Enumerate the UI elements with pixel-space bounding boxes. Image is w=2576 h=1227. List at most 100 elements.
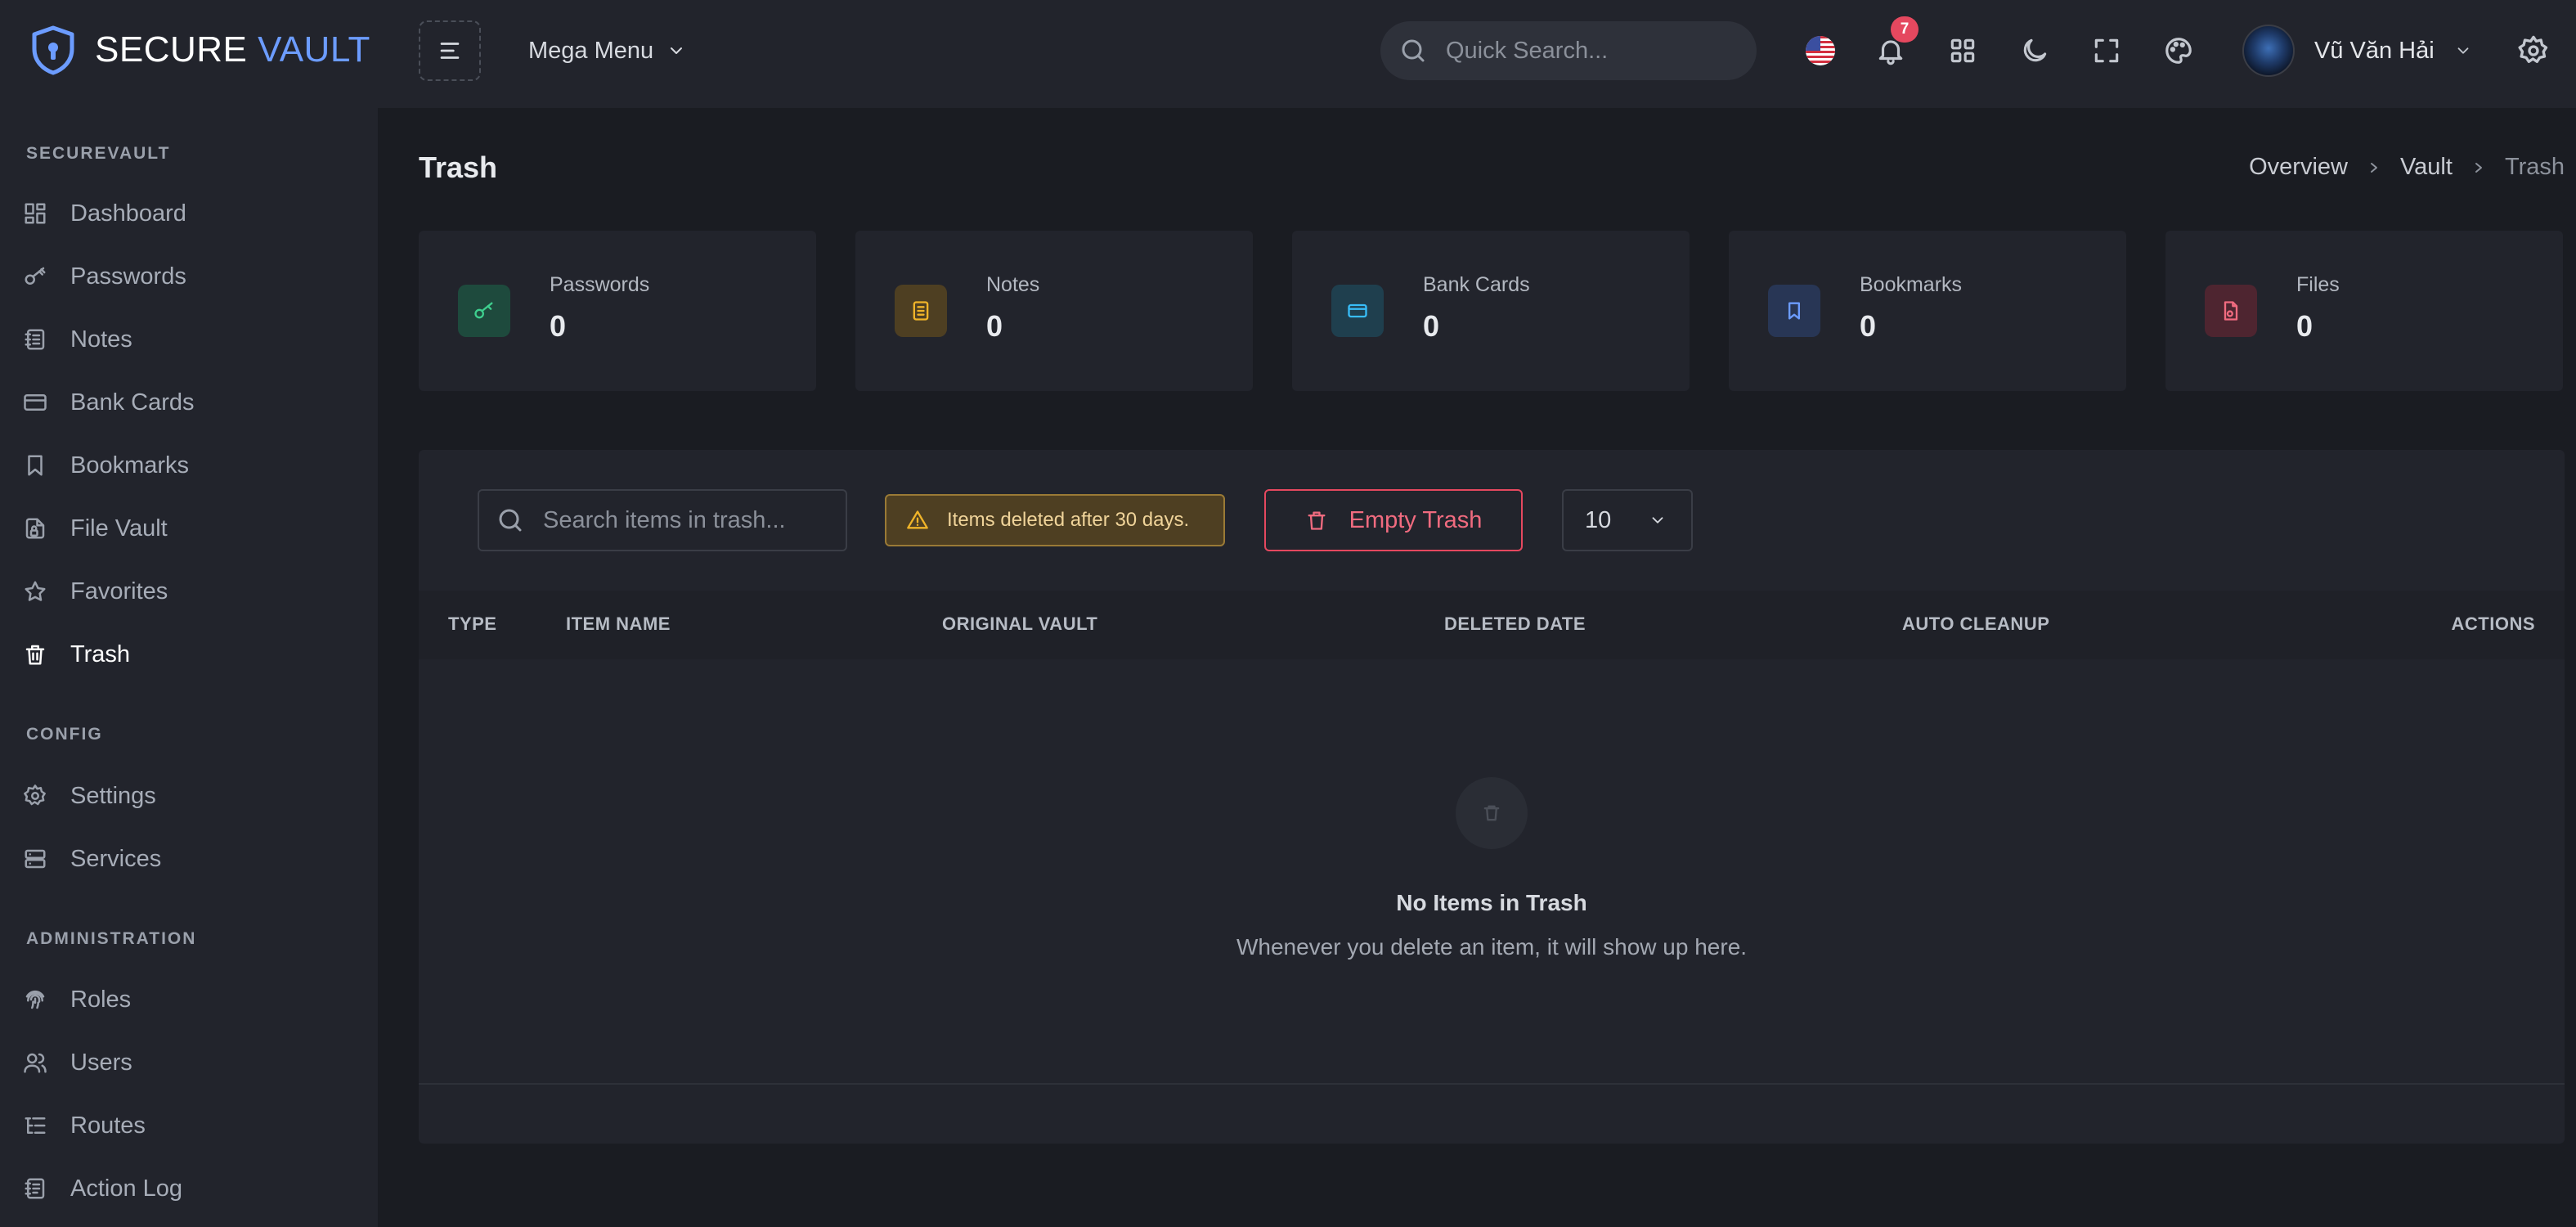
trash-icon bbox=[25, 645, 45, 665]
sidebar-item-settings[interactable]: Settings bbox=[23, 773, 358, 819]
stat-value: 0 bbox=[550, 309, 567, 343]
sidebar-item-favorites[interactable]: Favorites bbox=[23, 569, 358, 614]
sidebar-item-label: Services bbox=[70, 845, 162, 872]
sidebar-item-roles[interactable]: Roles bbox=[23, 977, 358, 1022]
fullscreen-icon bbox=[2094, 38, 2119, 63]
fingerprint-icon bbox=[25, 990, 45, 1009]
sidebar-item-action-log[interactable]: Action Log bbox=[23, 1166, 358, 1211]
sidebar-item-label: File Vault bbox=[70, 515, 168, 542]
sidebar-item-label: Favorites bbox=[70, 578, 168, 605]
theme-button[interactable] bbox=[2161, 33, 2197, 69]
sidebar-item-users[interactable]: Users bbox=[23, 1040, 358, 1085]
breadcrumb-vault[interactable]: Vault bbox=[2400, 154, 2453, 181]
stat-label: Bank Cards bbox=[1423, 273, 1530, 296]
stat-card-bookmarks: Bookmarks 0 bbox=[1729, 231, 2126, 391]
key-icon bbox=[25, 267, 46, 285]
mega-menu-dropdown[interactable]: Mega Menu bbox=[528, 33, 686, 69]
sidebar-item-routes[interactable]: Routes bbox=[23, 1103, 358, 1148]
chevron-down-icon bbox=[1652, 517, 1663, 524]
per-page-select[interactable]: 10 bbox=[1562, 489, 1693, 551]
search-icon bbox=[499, 509, 522, 532]
dashboard-icon bbox=[25, 203, 46, 224]
nav-section-securevault: SECUREVAULT bbox=[26, 144, 171, 163]
stat-label: Passwords bbox=[550, 273, 650, 296]
quick-search bbox=[1380, 21, 1757, 80]
sidebar-item-label: Users bbox=[70, 1049, 132, 1076]
sidebar-item-services[interactable]: Services bbox=[23, 836, 358, 882]
palette-icon bbox=[2165, 38, 2192, 64]
users-icon bbox=[24, 1053, 47, 1073]
star-icon bbox=[25, 581, 46, 601]
table-footer-divider bbox=[419, 1083, 2565, 1085]
sidebar-item-label: Roles bbox=[70, 986, 132, 1013]
empty-state-trash-icon bbox=[1456, 777, 1528, 849]
sidebar-item-notes[interactable]: Notes bbox=[23, 317, 358, 362]
gear-icon bbox=[2518, 35, 2548, 64]
dark-mode-button[interactable] bbox=[2017, 33, 2053, 69]
sidebar-item-label: Action Log bbox=[70, 1175, 183, 1202]
bookmark-icon bbox=[28, 455, 43, 476]
breadcrumb-overview[interactable]: Overview bbox=[2249, 154, 2348, 181]
notification-badge: 7 bbox=[1891, 16, 1919, 43]
sidebar-item-label: Bookmarks bbox=[70, 452, 190, 479]
stat-card-bank-cards: Bank Cards 0 bbox=[1292, 231, 1690, 391]
empty-trash-button[interactable]: Empty Trash bbox=[1264, 489, 1523, 551]
stat-label: Files bbox=[2296, 273, 2340, 296]
sidebar-item-bank-cards[interactable]: Bank Cards bbox=[23, 380, 358, 425]
grid-icon bbox=[1950, 38, 1975, 63]
sidebar-item-file-vault[interactable]: File Vault bbox=[23, 506, 358, 551]
breadcrumb-trash: Trash bbox=[2504, 154, 2565, 180]
language-flag-button[interactable] bbox=[1802, 33, 1838, 69]
brand-logo[interactable]: SECURE VAULT bbox=[29, 25, 370, 75]
page-title: Trash bbox=[419, 151, 498, 184]
sidebar-item-dashboard[interactable]: Dashboard bbox=[23, 191, 358, 236]
column-deleted-date[interactable]: DELETED DATE bbox=[1444, 614, 1586, 635]
stat-card-passwords: Passwords 0 bbox=[419, 231, 816, 391]
warning-icon bbox=[907, 510, 928, 529]
empty-state-title: No Items in Trash bbox=[1396, 890, 1587, 915]
user-menu[interactable]: Vũ Văn Hải bbox=[2242, 25, 2472, 77]
stat-value: 0 bbox=[2296, 309, 2313, 343]
empty-state-subtitle: Whenever you delete an item, it will sho… bbox=[1236, 934, 1748, 960]
search-icon bbox=[1402, 39, 1425, 62]
top-header: Mega Menu 7 bbox=[378, 0, 2576, 108]
trash-table-card: Items deleted after 30 days. Empty Trash… bbox=[419, 450, 2565, 1144]
server-icon bbox=[25, 849, 46, 869]
user-name: Vũ Văn Hải bbox=[2314, 37, 2435, 64]
nav-section-administration: ADMINISTRATION bbox=[26, 929, 197, 948]
auto-delete-notice: Items deleted after 30 days. bbox=[885, 494, 1225, 546]
sidebar-item-bookmarks[interactable]: Bookmarks bbox=[23, 443, 358, 488]
trash-search bbox=[478, 489, 847, 551]
credit-card-icon bbox=[24, 394, 47, 411]
stat-value: 0 bbox=[1423, 309, 1440, 343]
key-icon bbox=[458, 285, 510, 337]
per-page-value: 10 bbox=[1585, 506, 1612, 533]
sidebar-item-passwords[interactable]: Passwords bbox=[23, 254, 358, 299]
settings-button[interactable] bbox=[2515, 33, 2551, 69]
mega-menu-label: Mega Menu bbox=[528, 37, 654, 64]
empty-trash-label: Empty Trash bbox=[1349, 506, 1483, 533]
menu-toggle-button[interactable] bbox=[419, 20, 481, 81]
breadcrumb: Overview Vault Trash bbox=[2249, 154, 2565, 181]
column-item-name[interactable]: ITEM NAME bbox=[566, 614, 671, 635]
notes-icon bbox=[25, 329, 45, 350]
apps-button[interactable] bbox=[1945, 33, 1981, 69]
sidebar-item-trash[interactable]: Trash bbox=[23, 631, 358, 677]
fullscreen-button[interactable] bbox=[2089, 33, 2125, 69]
column-actions: ACTIONS bbox=[2451, 614, 2535, 634]
column-type[interactable]: TYPE bbox=[448, 614, 496, 635]
trash-icon bbox=[1308, 511, 1326, 530]
chevron-right-icon bbox=[2475, 162, 2482, 173]
chevron-down-icon bbox=[671, 47, 683, 54]
bookmark-icon bbox=[1768, 285, 1820, 337]
column-original-vault[interactable]: ORIGINAL VAULT bbox=[942, 614, 1097, 635]
stat-card-files: Files 0 bbox=[2165, 231, 2563, 391]
sidebar-item-label: Notes bbox=[70, 326, 132, 353]
notice-text: Items deleted after 30 days. bbox=[947, 509, 1190, 531]
brand-name: SECURE VAULT bbox=[95, 29, 370, 70]
quick-search-input[interactable] bbox=[1446, 37, 1740, 65]
trash-search-input[interactable] bbox=[543, 506, 837, 534]
credit-card-icon bbox=[1331, 285, 1384, 337]
menu-icon bbox=[440, 43, 460, 59]
column-auto-cleanup[interactable]: AUTO CLEANUP bbox=[1902, 614, 2049, 635]
